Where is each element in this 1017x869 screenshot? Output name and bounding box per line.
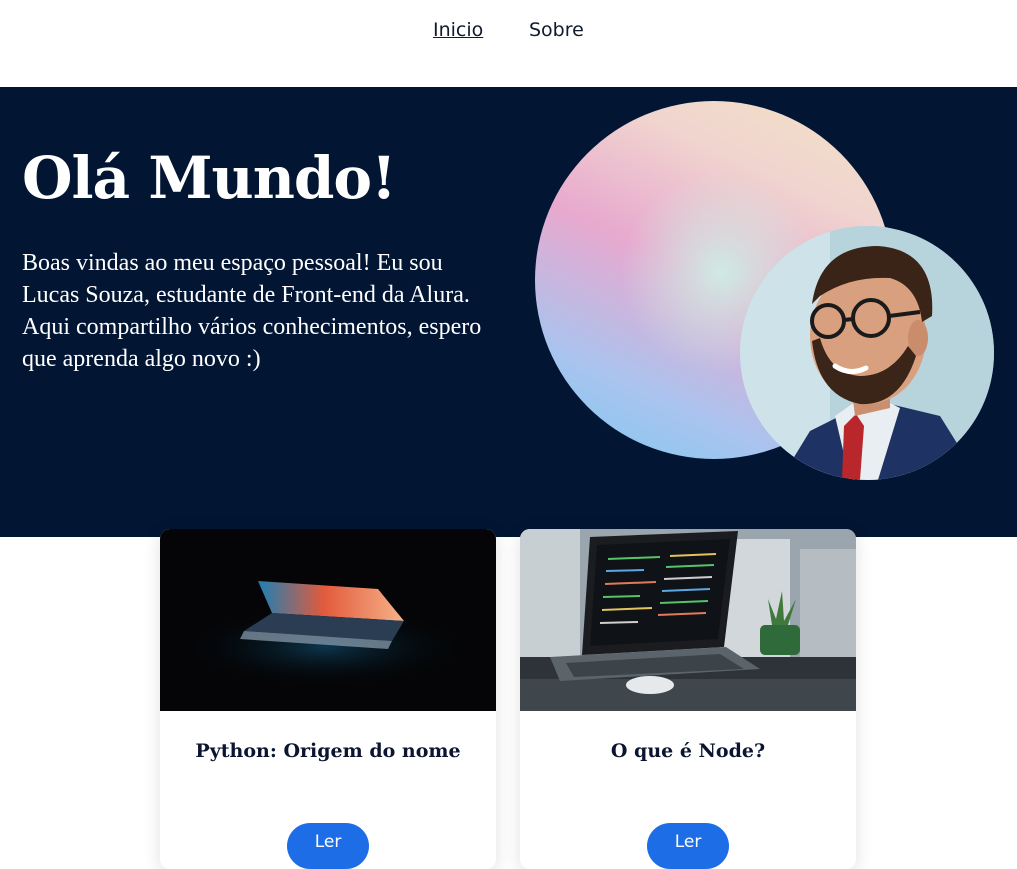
read-button[interactable]: Ler — [287, 823, 369, 869]
hero-description: Boas vindas ao meu espaço pessoal! Eu so… — [22, 250, 482, 372]
card-image-laptop-code — [520, 529, 856, 711]
person-illustration — [740, 226, 994, 480]
card-image-laptop-dark — [160, 529, 496, 711]
card-title: O que é Node? — [610, 740, 766, 762]
top-navigation: Inicio Sobre — [0, 0, 1017, 87]
read-button[interactable]: Ler — [647, 823, 729, 869]
nav-link-inicio[interactable]: Inicio — [433, 19, 483, 41]
card-title: Python: Origem do nome — [195, 740, 461, 762]
nav-link-sobre[interactable]: Sobre — [529, 19, 584, 41]
profile-photo — [740, 226, 994, 480]
hero-title: Olá Mundo! — [22, 144, 397, 212]
article-card-python: Python: Origem do nome Ler — [160, 529, 496, 869]
article-card-node: O que é Node? Ler — [520, 529, 856, 869]
hero-section: Olá Mundo! Boas vindas ao meu espaço pes… — [0, 87, 1017, 537]
